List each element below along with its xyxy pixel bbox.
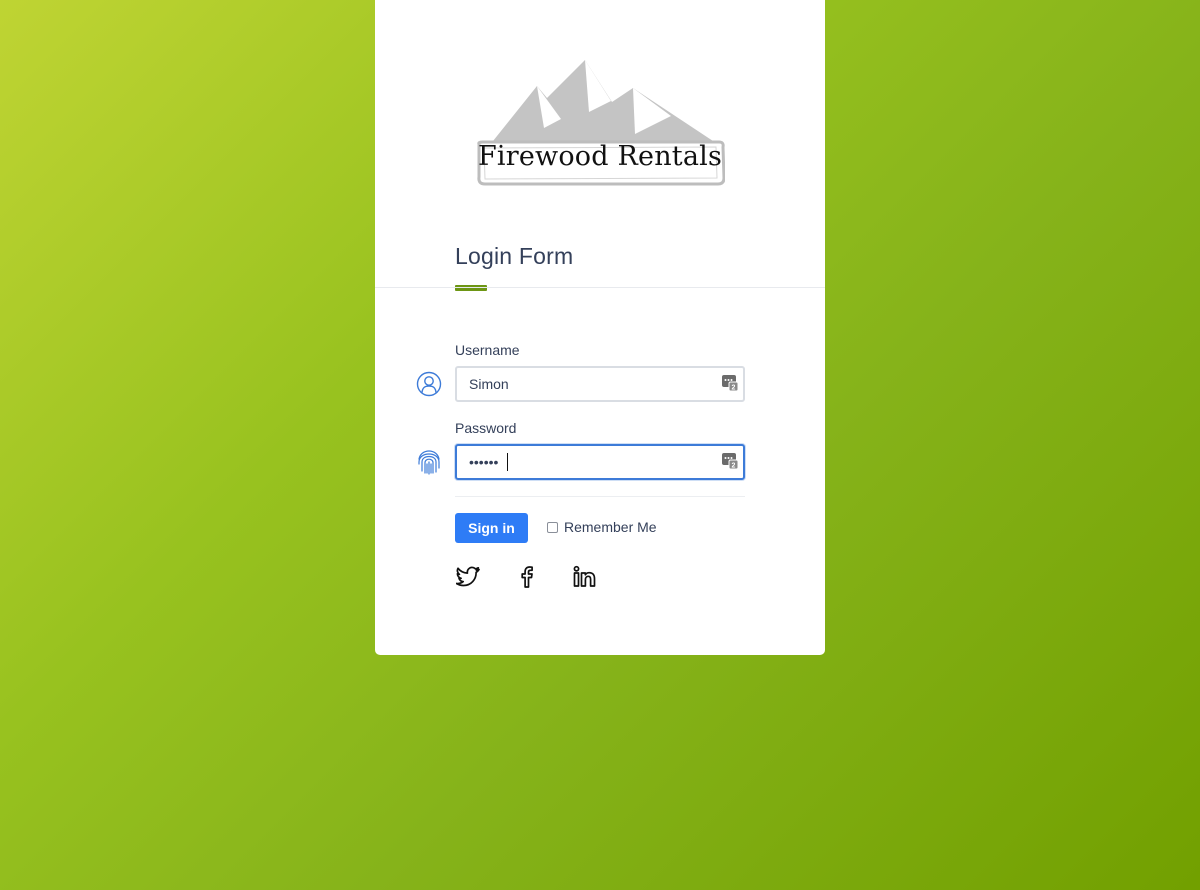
password-label: Password bbox=[455, 420, 517, 436]
form-title: Login Form bbox=[455, 243, 574, 269]
title-divider bbox=[375, 287, 825, 288]
form-divider bbox=[455, 496, 745, 497]
sign-in-button[interactable]: Sign in bbox=[455, 513, 528, 543]
linkedin-icon[interactable] bbox=[572, 564, 598, 590]
svg-text:2: 2 bbox=[732, 385, 736, 392]
facebook-icon[interactable] bbox=[514, 564, 540, 590]
password-manager-icon[interactable]: 2 bbox=[722, 453, 738, 469]
username-input[interactable] bbox=[455, 366, 745, 402]
remember-me-checkbox[interactable] bbox=[547, 521, 558, 533]
password-input[interactable] bbox=[455, 444, 745, 480]
fingerprint-icon bbox=[418, 450, 440, 475]
remember-me-label: Remember Me bbox=[564, 519, 657, 535]
username-label: Username bbox=[455, 342, 520, 358]
remember-me[interactable]: Remember Me bbox=[547, 519, 657, 535]
twitter-icon[interactable] bbox=[456, 564, 482, 590]
svg-text:2: 2 bbox=[732, 463, 736, 470]
login-card: Firewood Rentals Login Form Username 2 P… bbox=[375, 0, 825, 655]
user-circle-icon bbox=[416, 371, 442, 397]
title-accent-bar bbox=[455, 285, 487, 291]
logo: Firewood Rentals bbox=[475, 56, 725, 188]
text-cursor bbox=[507, 453, 508, 471]
logo-text: Firewood Rentals bbox=[477, 141, 723, 172]
password-manager-icon[interactable]: 2 bbox=[722, 375, 738, 391]
